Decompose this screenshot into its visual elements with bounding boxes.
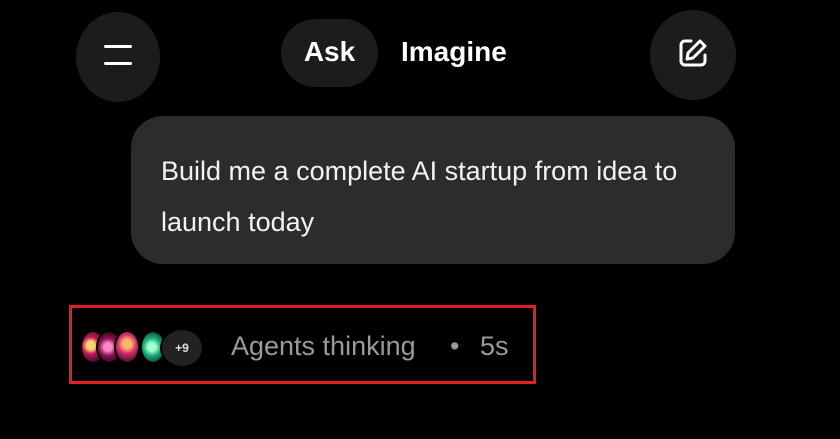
tab-imagine[interactable]: Imagine <box>401 38 507 66</box>
user-message-text: Build me a complete AI startup from idea… <box>161 156 678 237</box>
hamburger-menu-icon <box>102 42 134 73</box>
more-agents-badge: +9 <box>160 328 204 368</box>
tab-ask[interactable]: Ask <box>281 38 378 66</box>
status-label: Agents thinking <box>231 331 416 361</box>
edit-square-icon <box>675 35 711 76</box>
status-separator: • <box>450 331 460 361</box>
menu-button[interactable] <box>76 12 160 102</box>
agent-avatar <box>114 330 140 364</box>
new-chat-button[interactable] <box>650 10 736 100</box>
user-message-bubble: Build me a complete AI startup from idea… <box>131 116 735 264</box>
elapsed-time: 5s <box>480 331 509 361</box>
